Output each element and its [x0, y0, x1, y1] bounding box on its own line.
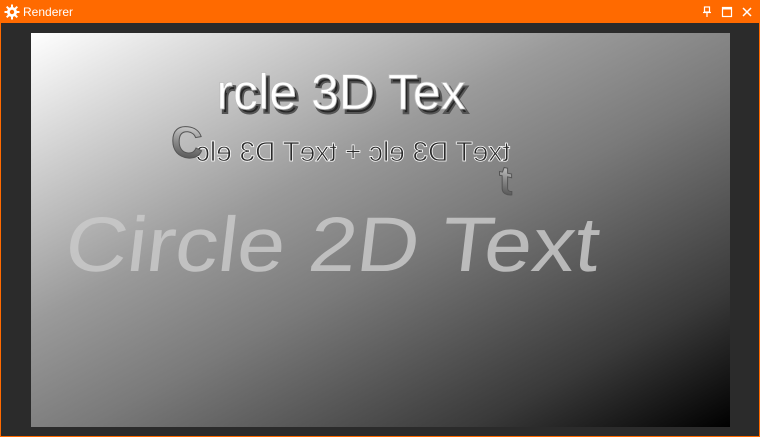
- left-ring-fragment: C: [171, 117, 203, 169]
- close-button[interactable]: [738, 3, 756, 21]
- render-viewport[interactable]: txeT D3 elc + txeT D3 elc C t rcle 3D Te…: [31, 33, 730, 427]
- back-ring-text: txeT D3 elc + txeT D3 elc: [196, 136, 510, 167]
- right-ring-fragment: t: [499, 156, 512, 204]
- gear-icon[interactable]: [4, 4, 20, 20]
- front-ring-text: rcle 3D Tex: [216, 64, 465, 120]
- circle-3d-text-front: rcle 3D Tex rcle 3D Tex: [216, 64, 470, 125]
- title-bar[interactable]: Renderer: [1, 1, 759, 23]
- close-icon: [742, 7, 752, 17]
- ground-2d-text: Circle 2D Text: [61, 202, 605, 288]
- window-title: Renderer: [23, 5, 74, 19]
- maximize-button[interactable]: [718, 3, 736, 21]
- renderer-window: Renderer txeT D3 elc + txeT D3 elc C t r…: [0, 0, 760, 437]
- pin-button[interactable]: [698, 3, 716, 21]
- circle-3d-text-back: txeT D3 elc + txeT D3 elc: [196, 136, 511, 168]
- circle-2d-text: Circle 2D Text: [61, 202, 605, 288]
- maximize-icon: [721, 6, 733, 18]
- pin-icon: [703, 6, 711, 17]
